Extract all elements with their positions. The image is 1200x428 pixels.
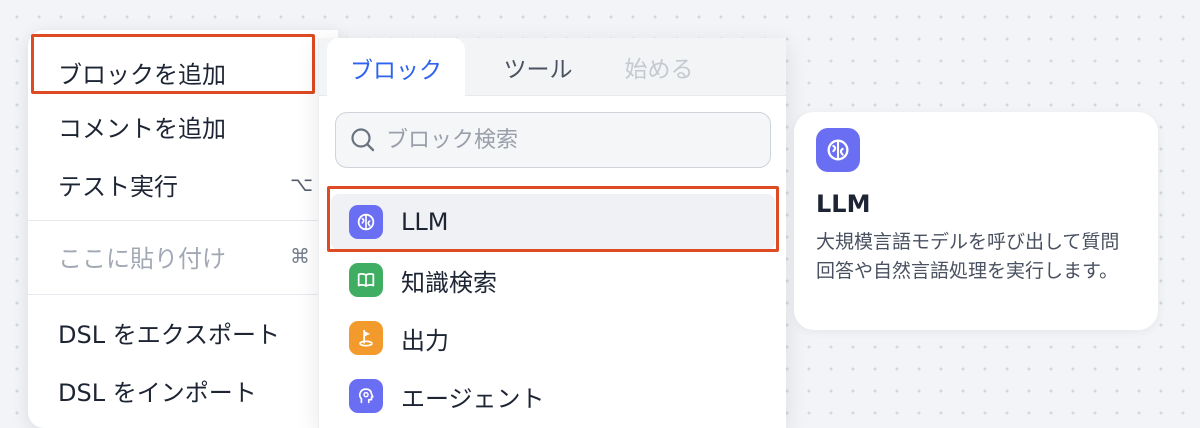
menu-item-label: DSL をインポート: [58, 378, 257, 407]
block-item-label: 出力: [401, 326, 449, 355]
menu-item-add-block[interactable]: ブロックを追加: [28, 44, 338, 100]
menu-item-import-dsl[interactable]: DSL をインポート: [28, 362, 338, 418]
card-title: LLM: [816, 190, 871, 218]
block-item-llm[interactable]: LLM: [331, 194, 775, 250]
block-search-field[interactable]: [335, 112, 771, 168]
menu-item-label: DSL をエクスポート: [58, 320, 280, 349]
tab-label: 始める: [624, 57, 694, 83]
menu-item-test-run[interactable]: テスト実行 ⌥: [28, 156, 338, 212]
book-icon: [349, 263, 383, 297]
menu-item-label: ブロックを追加: [58, 60, 226, 89]
block-info-card: LLM 大規模言語モデルを呼び出して質問回答や自然言語処理を実行します。: [794, 112, 1158, 330]
agent-head-icon: [349, 379, 383, 413]
menu-item-export-dsl[interactable]: DSL をエクスポート: [28, 304, 338, 360]
flag-icon: [349, 321, 383, 355]
picker-tab-strip: ブロック ツール 始める: [319, 38, 786, 97]
block-picker-panel: ブロック ツール 始める LLM 知識検索: [318, 38, 786, 428]
llm-brain-icon: [816, 128, 860, 172]
menu-item-label: ここに貼り付け: [58, 244, 226, 273]
block-item-agent[interactable]: エージェント: [331, 368, 775, 424]
menu-item-add-comment[interactable]: コメントを追加: [28, 98, 338, 154]
menu-divider: [28, 220, 338, 221]
block-item-label: LLM: [401, 208, 449, 236]
menu-item-label: テスト実行: [58, 172, 178, 201]
block-item-label: エージェント: [401, 384, 545, 413]
context-menu: ブロックを追加 コメントを追加 テスト実行 ⌥ ここに貼り付け ⌘ DSL をエ…: [28, 30, 338, 428]
block-item-output[interactable]: 出力: [331, 310, 775, 366]
card-description: 大規模言語モデルを呼び出して質問回答や自然言語処理を実行します。: [816, 231, 1120, 282]
search-icon: [351, 128, 375, 152]
tab-label: ブロック: [350, 57, 442, 84]
tab-blocks[interactable]: ブロック: [327, 38, 465, 97]
block-item-knowledge-retrieval[interactable]: 知識検索: [331, 252, 775, 308]
block-item-label: 知識検索: [401, 268, 497, 297]
option-key-shortcut: ⌥: [290, 172, 314, 196]
menu-item-paste-here: ここに貼り付け ⌘: [28, 228, 338, 284]
command-key-shortcut: ⌘: [290, 244, 310, 268]
tab-tools[interactable]: ツール: [475, 38, 601, 96]
block-search-input[interactable]: [386, 127, 746, 153]
menu-item-label: コメントを追加: [58, 114, 226, 143]
menu-divider: [28, 294, 338, 295]
tab-label: ツール: [503, 57, 573, 83]
llm-brain-icon: [349, 205, 383, 239]
tab-start: 始める: [599, 38, 719, 96]
